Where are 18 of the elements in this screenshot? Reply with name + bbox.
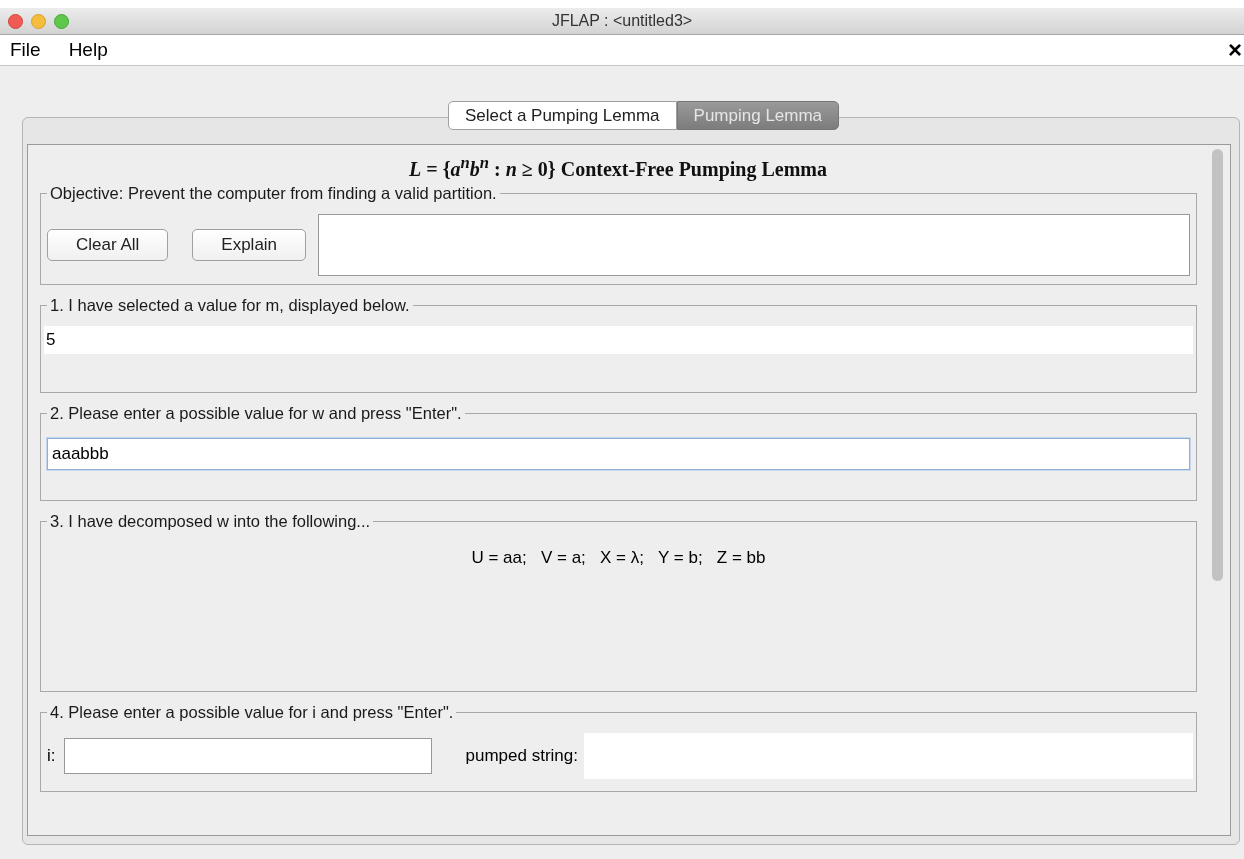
menu-item[interactable]: File (0, 39, 53, 61)
decomposition-text: U = aa; V = a; X = λ; Y = b; Z = bb (470, 547, 767, 568)
close-icon[interactable]: × (1228, 38, 1242, 62)
pumped-string-label: pumped string: (465, 745, 578, 766)
zoom-icon[interactable] (54, 13, 69, 29)
window-title: JFLAP : <untitled3> (551, 12, 693, 29)
m-value-field: 5 (44, 325, 1193, 354)
w-input-field[interactable]: aaabbb (47, 437, 1190, 470)
tab[interactable]: Select a Pumping Lemma (447, 101, 677, 130)
minimize-icon[interactable] (31, 13, 46, 29)
action-button[interactable]: Clear All (47, 228, 169, 261)
scrollbar-thumb[interactable] (1212, 149, 1223, 581)
close-icon[interactable] (8, 13, 23, 29)
action-button[interactable]: Explain (192, 228, 307, 261)
i-label: i: (47, 745, 56, 766)
i-input-field[interactable] (63, 737, 432, 774)
menu-item[interactable]: Help (58, 39, 120, 61)
lemma-heading: L = {a$^{n}$b$^{n}$ : n ≥ 0} Context-Free Pumping Lemma (408, 153, 828, 181)
